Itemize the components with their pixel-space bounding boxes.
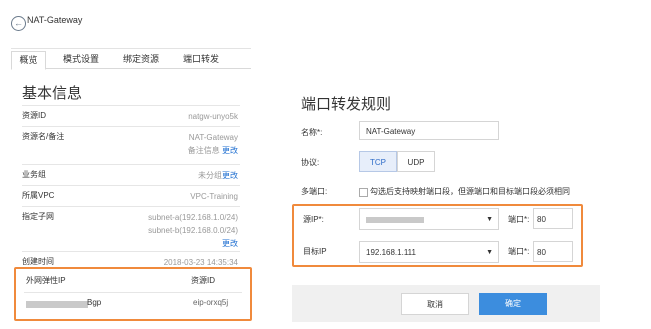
info-value: VPC-Training: [190, 192, 238, 201]
protocol-udp-button[interactable]: UDP: [397, 151, 435, 172]
redacted-source-ip: [366, 217, 424, 223]
edit-remark-link[interactable]: 更改: [222, 146, 238, 155]
info-table: 资源ID natgw-unyo5k 资源名/备注 NAT-Gateway 备注信…: [22, 105, 240, 272]
name-input[interactable]: NAT-Gateway: [359, 121, 499, 140]
section-title: 基本信息: [22, 85, 83, 102]
detail-tabs: 概览 模式设置 绑定资源 端口转发: [11, 51, 251, 70]
tab-overview[interactable]: 概览: [11, 51, 46, 70]
info-value: natgw-unyo5k: [188, 112, 238, 121]
group-value: 未分组: [198, 171, 222, 180]
info-key: 资源ID: [22, 111, 46, 120]
resource-id-column-header: 资源ID: [191, 276, 215, 285]
info-row: 所属VPC VPC-Training: [22, 185, 240, 206]
info-value: subnet-a(192.168.1.0/24) subnet-b(192.16…: [148, 211, 238, 250]
source-port-label: 端口*:: [508, 215, 530, 224]
nat-gateway-detail-panel: ← NAT-Gateway 概览 模式设置 绑定资源 端口转发 基本信息 资源I…: [0, 0, 252, 329]
info-key: 指定子网: [22, 212, 54, 221]
chevron-down-icon: ▼: [486, 249, 493, 256]
gateway-title: NAT-Gateway: [27, 15, 83, 25]
chevron-down-icon: ▼: [486, 216, 493, 223]
protocol-label: 协议:: [301, 158, 320, 167]
info-row: 资源名/备注 NAT-Gateway 备注信息 更改: [22, 126, 240, 164]
remark-text: 备注信息: [187, 146, 220, 155]
name-label: 名称*:: [301, 128, 323, 137]
multiport-checkbox[interactable]: [359, 188, 368, 197]
eip-resource-id: eip-orxq5j: [193, 298, 229, 307]
target-ip-value: 192.168.1.111: [366, 248, 416, 257]
tab-mode-settings[interactable]: 模式设置: [55, 51, 107, 68]
divider: [24, 292, 242, 293]
redacted-ip: [26, 301, 88, 308]
info-row: 资源ID natgw-unyo5k: [22, 105, 240, 126]
info-key: 业务组: [22, 170, 46, 179]
info-value: NAT-Gateway 备注信息 更改: [188, 131, 238, 157]
info-row: 业务组 未分组更改: [22, 164, 240, 185]
multiport-hint: 勾选后支持映射端口段，但源端口和目标端口段必须相同: [370, 187, 570, 196]
tab-port-forwarding[interactable]: 端口转发: [175, 51, 227, 68]
target-ip-label: 目标IP: [303, 247, 327, 256]
info-row: 指定子网 subnet-a(192.168.1.0/24) subnet-b(1…: [22, 206, 240, 251]
edit-group-link[interactable]: 更改: [222, 171, 238, 180]
info-key: 所属VPC: [22, 191, 55, 200]
target-port-input[interactable]: 80: [533, 241, 573, 262]
info-key: 创建时间: [22, 257, 54, 266]
source-ip-label: 源IP*:: [303, 215, 324, 224]
eip-table-highlight: 外网弹性IP 资源ID Bgp eip-orxq5j: [14, 267, 252, 321]
edit-subnet-link[interactable]: 更改: [222, 239, 238, 248]
back-arrow-icon[interactable]: ←: [11, 16, 26, 31]
protocol-tcp-button[interactable]: TCP: [359, 151, 397, 172]
subnet-b: subnet-b(192.168.0.0/24): [148, 226, 238, 235]
eip-column-header: 外网弹性IP: [26, 276, 66, 285]
dialog-title: 端口转发规则: [301, 96, 392, 113]
target-port-label: 端口*:: [508, 247, 530, 256]
source-ip-select[interactable]: ▼: [359, 208, 499, 230]
resource-name: NAT-Gateway: [188, 133, 238, 142]
target-ip-select[interactable]: 192.168.1.111 ▼: [359, 241, 499, 263]
tab-bound-resources[interactable]: 绑定资源: [115, 51, 167, 68]
subnet-a: subnet-a(192.168.1.0/24): [148, 213, 238, 222]
eip-line-type: Bgp: [87, 298, 102, 307]
multiport-label: 多端口:: [301, 187, 328, 196]
info-value: 未分组更改: [198, 169, 238, 182]
info-key: 资源名/备注: [22, 132, 65, 141]
confirm-button[interactable]: 确定: [479, 293, 547, 315]
cancel-button[interactable]: 取消: [401, 293, 469, 315]
source-port-input[interactable]: 80: [533, 208, 573, 229]
